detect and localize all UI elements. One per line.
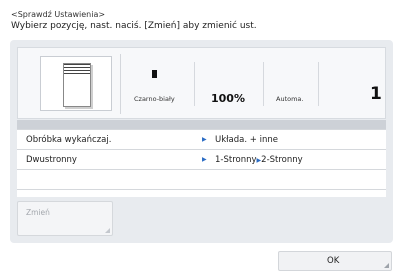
- settings-summary: Czarno-biały 100% Automa. 1: [17, 47, 386, 119]
- zoom-value: 100%: [211, 92, 245, 105]
- change-button-label: Zmień: [26, 208, 50, 217]
- copies-count: 1: [370, 84, 382, 104]
- screen-title: <Sprawdź Ustawienia>: [11, 10, 106, 19]
- triangle-right-icon: ▶: [202, 156, 207, 163]
- setting-row-empty: [17, 170, 386, 190]
- corner-triangle-icon: [384, 263, 389, 268]
- black-white-icon: [152, 70, 157, 78]
- color-mode-label: Czarno-biały: [134, 95, 175, 103]
- settings-list: Obróbka wykańczaj. ▶ Układa. + inne Dwus…: [17, 129, 386, 197]
- duplex-to-value: 2-Stronny: [261, 155, 303, 165]
- instruction-text: Wybierz pozycję, nast. naciś. [Zmień] ab…: [11, 21, 257, 31]
- setting-label: Dwustronny: [26, 155, 77, 165]
- duplex-from-value: 1-Stronny: [215, 155, 257, 165]
- divider: [318, 62, 319, 106]
- setting-label: Obróbka wykańczaj.: [26, 135, 112, 145]
- setting-value: Układa. + inne: [215, 135, 278, 145]
- settings-panel: Czarno-biały 100% Automa. 1 Obróbka wyka…: [10, 40, 393, 243]
- original-thumbnail: [40, 56, 112, 111]
- ok-button-label: OK: [327, 256, 340, 266]
- corner-triangle-icon: [105, 228, 110, 233]
- triangle-right-icon: ▶: [202, 136, 207, 143]
- setting-row-finishing[interactable]: Obróbka wykańczaj. ▶ Układa. + inne: [17, 130, 386, 150]
- divider: [120, 54, 121, 114]
- change-button[interactable]: Zmień: [17, 201, 113, 236]
- setting-value: 1-Stronny▶2-Stronny: [215, 155, 303, 165]
- document-icon: [63, 63, 91, 107]
- ok-button[interactable]: OK: [278, 251, 392, 271]
- list-header-band: [17, 120, 386, 129]
- divider: [263, 62, 264, 106]
- paper-selection-label: Automa.: [276, 95, 304, 103]
- divider: [194, 62, 195, 106]
- setting-row-duplex[interactable]: Dwustronny ▶ 1-Stronny▶2-Stronny: [17, 150, 386, 170]
